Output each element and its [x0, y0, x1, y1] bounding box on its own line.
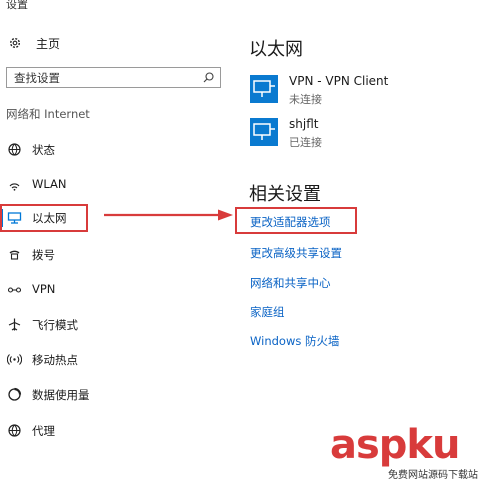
annotation-arrow-icon: [104, 209, 233, 221]
adapter-options-highlight-box: [235, 207, 357, 234]
network-adapter-icon: [250, 75, 278, 103]
wifi-icon: [9, 183, 20, 191]
sidebar-item-label: VPN: [32, 282, 56, 296]
connection-status: 已连接: [289, 136, 322, 149]
watermark-subtitle: 免费网站源码下载站: [388, 470, 478, 481]
search-placeholder: 查找设置: [14, 71, 60, 85]
sidebar: 主页 查找设置 网络和 Internet 状态 WLAN 以太网 拨号 VPN …: [0, 0, 230, 485]
home-nav-item[interactable]: 主页: [8, 33, 60, 53]
airplane-icon: [8, 318, 21, 331]
sidebar-item-label: WLAN: [32, 177, 67, 191]
globe-proxy-icon: [8, 424, 21, 437]
watermark-logo: aspku: [330, 422, 461, 468]
vpn-icon: [7, 287, 22, 293]
sidebar-item-status[interactable]: 状态: [0, 138, 228, 162]
sidebar-item-wlan[interactable]: WLAN: [0, 173, 228, 197]
hotspot-icon: [7, 354, 22, 365]
sidebar-item-label: 数据使用量: [32, 388, 90, 402]
search-icon[interactable]: [202, 71, 215, 84]
data-usage-icon: [8, 387, 22, 401]
sidebar-item-vpn[interactable]: VPN: [0, 278, 228, 302]
network-adapter-icon: [250, 118, 278, 146]
link-windows-firewall[interactable]: Windows 防火墙: [250, 333, 340, 349]
link-homegroup[interactable]: 家庭组: [250, 304, 285, 320]
connection-vpn[interactable]: VPN - VPN Client 未连接: [249, 74, 489, 110]
globe-status-icon: [8, 143, 21, 156]
home-label: 主页: [36, 36, 61, 51]
connection-shjflt[interactable]: shjflt 已连接: [249, 117, 489, 153]
sidebar-item-label: 拨号: [32, 248, 55, 262]
sidebar-item-data-usage[interactable]: 数据使用量: [0, 383, 228, 407]
connection-name: shjflt: [289, 117, 319, 131]
page-title: 以太网: [249, 39, 303, 60]
search-input[interactable]: 查找设置: [6, 67, 221, 88]
sidebar-item-label: 移动热点: [32, 353, 78, 367]
connection-status: 未连接: [289, 93, 322, 106]
sidebar-item-label: 飞行模式: [32, 318, 78, 332]
ethernet-highlight-box: [0, 204, 88, 232]
main-panel: 以太网 VPN - VPN Client 未连接 shjflt 已连接 相关设置…: [245, 0, 500, 485]
dialup-icon: [9, 250, 20, 260]
sidebar-item-dialup[interactable]: 拨号: [0, 243, 228, 267]
link-network-sharing-center[interactable]: 网络和共享中心: [250, 275, 331, 291]
sidebar-item-airplane[interactable]: 飞行模式: [0, 313, 228, 337]
sidebar-item-hotspot[interactable]: 移动热点: [0, 348, 228, 372]
related-settings-title: 相关设置: [249, 184, 321, 205]
sidebar-item-label: 状态: [32, 143, 55, 157]
gear-icon: [9, 37, 21, 49]
section-label: 网络和 Internet: [6, 107, 90, 121]
sidebar-item-label: 代理: [32, 424, 55, 438]
sidebar-item-proxy[interactable]: 代理: [0, 419, 228, 443]
link-advanced-sharing[interactable]: 更改高级共享设置: [250, 245, 342, 261]
connection-name: VPN - VPN Client: [289, 74, 389, 88]
